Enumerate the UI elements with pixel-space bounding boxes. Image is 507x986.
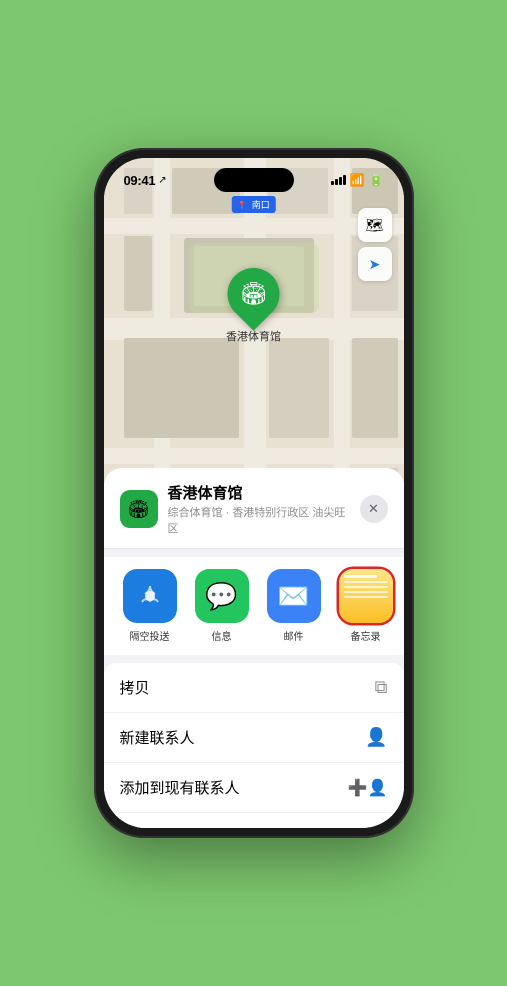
venue-name: 香港体育馆 bbox=[168, 482, 350, 503]
stadium-pin-icon: 🏟 bbox=[240, 281, 268, 307]
copy-icon: ⧉ bbox=[375, 677, 388, 698]
close-icon: ✕ bbox=[368, 501, 379, 517]
venue-icon: 🏟 bbox=[120, 490, 158, 528]
map-pin: 🏟 bbox=[217, 257, 291, 331]
notes-line-2 bbox=[344, 581, 388, 583]
notes-line-1 bbox=[344, 575, 377, 578]
sheet-header: 🏟 香港体育馆 综合体育馆 · 香港特别行政区 油尖旺区 ✕ bbox=[104, 468, 404, 549]
share-item-notes[interactable]: 备忘录 bbox=[336, 569, 396, 643]
action-new-contact[interactable]: 新建联系人 👤 bbox=[104, 713, 404, 763]
mail-label: 邮件 bbox=[284, 628, 304, 643]
location-icon: ➤ bbox=[369, 256, 381, 273]
share-row: 隔空投送 💬 信息 ✉️ 邮件 bbox=[104, 557, 404, 655]
add-contact-icon: ➕👤 bbox=[348, 778, 388, 798]
map-controls: 🗺 ➤ bbox=[358, 208, 392, 281]
wifi-icon: 📶 bbox=[350, 173, 365, 187]
action-list: 拷贝 ⧉ 新建联系人 👤 添加到现有联系人 ➕👤 添加到新快速备忘录 📝 打印 bbox=[104, 663, 404, 828]
action-quick-note[interactable]: 添加到新快速备忘录 📝 bbox=[104, 813, 404, 828]
notes-label: 备忘录 bbox=[351, 628, 381, 643]
stadium-map-label: 📍 南口 bbox=[231, 196, 276, 213]
share-item-mail[interactable]: ✉️ 邮件 bbox=[264, 569, 324, 643]
close-button[interactable]: ✕ bbox=[360, 495, 388, 523]
map-type-icon: 🗺 bbox=[366, 217, 384, 234]
airdrop-label: 隔空投送 bbox=[130, 628, 170, 643]
bottom-sheet: 🏟 香港体育馆 综合体育馆 · 香港特别行政区 油尖旺区 ✕ bbox=[104, 468, 404, 828]
quick-note-label: 添加到新快速备忘录 bbox=[120, 827, 255, 828]
signal-bar-3 bbox=[339, 177, 342, 185]
signal-bars-icon bbox=[331, 175, 346, 185]
mail-icon: ✉️ bbox=[267, 569, 321, 623]
location-button[interactable]: ➤ bbox=[358, 247, 392, 281]
venue-subtitle: 综合体育馆 · 香港特别行政区 油尖旺区 bbox=[168, 504, 350, 536]
phone-screen: 09:41 ↗ 📶 🔋 bbox=[104, 158, 404, 828]
venue-info: 香港体育馆 综合体育馆 · 香港特别行政区 油尖旺区 bbox=[168, 482, 350, 536]
map-type-button[interactable]: 🗺 bbox=[358, 208, 392, 242]
notes-line-3 bbox=[344, 586, 388, 588]
signal-bar-1 bbox=[331, 181, 334, 185]
status-icons: 📶 🔋 bbox=[331, 173, 384, 187]
status-time: 09:41 bbox=[124, 173, 156, 188]
notes-icon bbox=[339, 569, 393, 623]
dynamic-island bbox=[214, 168, 294, 192]
phone-frame: 09:41 ↗ 📶 🔋 bbox=[94, 148, 414, 838]
add-existing-label: 添加到现有联系人 bbox=[120, 777, 240, 798]
notes-line-4 bbox=[344, 591, 388, 593]
signal-bar-2 bbox=[335, 179, 338, 185]
battery-icon: 🔋 bbox=[369, 173, 384, 187]
new-contact-label: 新建联系人 bbox=[120, 727, 195, 748]
share-item-airdrop[interactable]: 隔空投送 bbox=[120, 569, 180, 643]
messages-icon: 💬 bbox=[195, 569, 249, 623]
messages-label: 信息 bbox=[212, 628, 232, 643]
quick-note-icon: 📝 bbox=[365, 827, 387, 828]
signal-bar-4 bbox=[343, 175, 346, 185]
action-add-existing[interactable]: 添加到现有联系人 ➕👤 bbox=[104, 763, 404, 813]
notes-line-5 bbox=[344, 596, 388, 598]
airdrop-icon bbox=[123, 569, 177, 623]
action-copy[interactable]: 拷贝 ⧉ bbox=[104, 663, 404, 713]
share-item-messages[interactable]: 💬 信息 bbox=[192, 569, 252, 643]
airdrop-svg bbox=[136, 582, 164, 610]
location-arrow-icon: ↗ bbox=[158, 175, 166, 186]
map-pin-container: 🏟 香港体育馆 bbox=[226, 268, 281, 344]
venue-stadium-icon: 🏟 bbox=[127, 499, 150, 520]
copy-label: 拷贝 bbox=[120, 677, 150, 698]
new-contact-icon: 👤 bbox=[365, 727, 387, 748]
